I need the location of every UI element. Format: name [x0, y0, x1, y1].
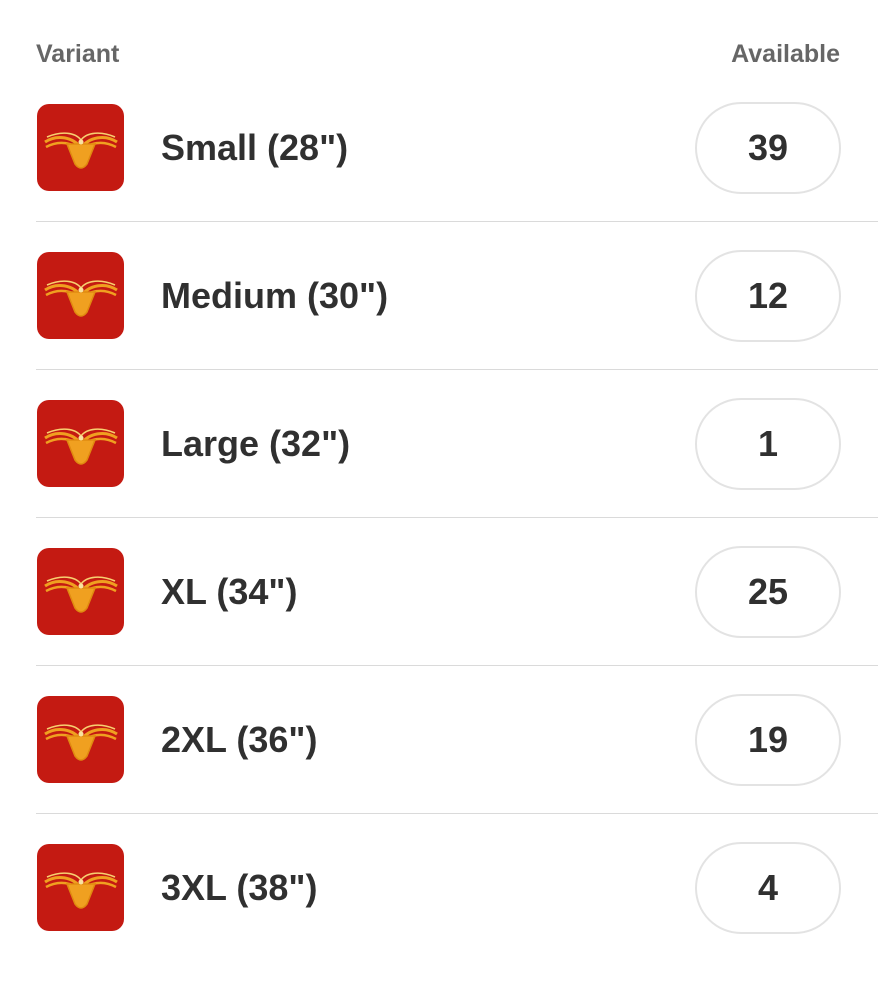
product-thumbnail [37, 252, 124, 339]
product-thumbnail [37, 104, 124, 191]
available-quantity-field[interactable]: 1 [695, 398, 841, 490]
variant-row: Small (28") 39 [36, 74, 878, 222]
variant-row: 3XL (38") 4 [36, 814, 878, 962]
variant-name: XL (34") [161, 571, 298, 612]
available-quantity-field[interactable]: 19 [695, 694, 841, 786]
product-thumbnail [37, 400, 124, 487]
variant-name: Small (28") [161, 127, 349, 168]
variant-row: 2XL (36") 19 [36, 666, 878, 814]
variant-name: 2XL (36") [161, 719, 318, 760]
variant-row: Large (32") 1 [36, 370, 878, 518]
variant-name: Medium (30") [161, 275, 389, 316]
available-quantity-field[interactable]: 4 [695, 842, 841, 934]
variant-name: 3XL (38") [161, 867, 318, 908]
available-quantity-field[interactable]: 39 [695, 102, 841, 194]
variant-row: Medium (30") 12 [36, 222, 878, 370]
variant-list: Small (28") 39 Medium (30") 12 Large (32… [36, 74, 878, 962]
table-header: Variant Available [36, 38, 840, 70]
product-thumbnail [37, 548, 124, 635]
variant-column-header: Variant [36, 39, 120, 68]
variant-availability-page: Variant Available Small (28") 39 Medium … [0, 0, 878, 1000]
available-quantity-field[interactable]: 12 [695, 250, 841, 342]
product-thumbnail [37, 696, 124, 783]
available-quantity-field[interactable]: 25 [695, 546, 841, 638]
available-column-header: Available [731, 39, 840, 68]
product-thumbnail [37, 844, 124, 931]
variant-name: Large (32") [161, 423, 351, 464]
variant-row: XL (34") 25 [36, 518, 878, 666]
